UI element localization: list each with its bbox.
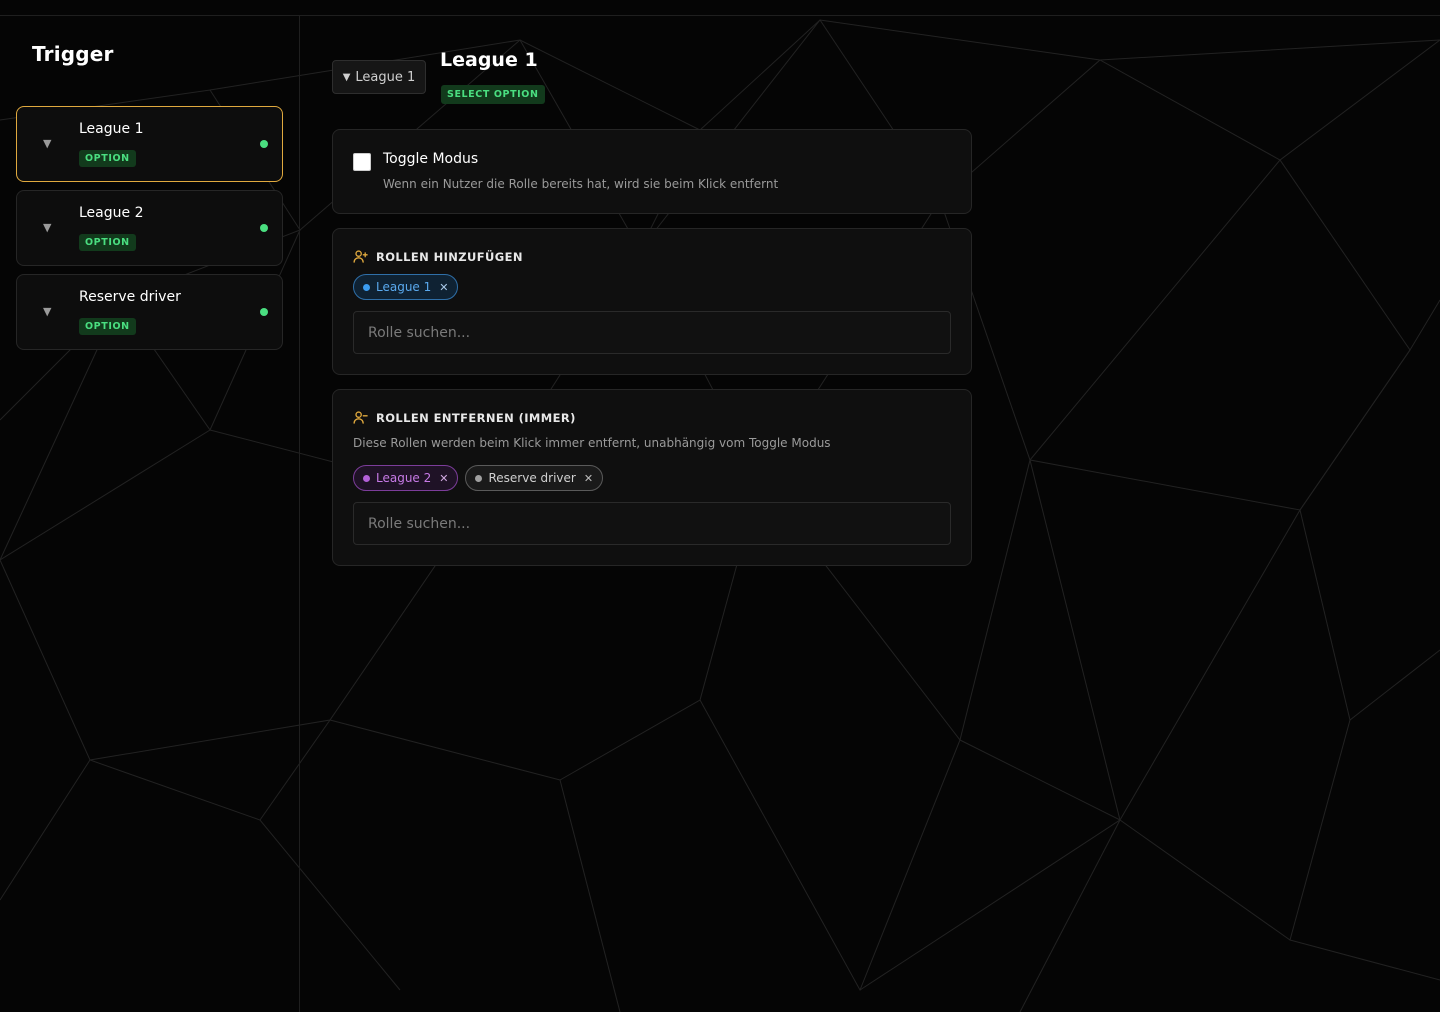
sidebar: Trigger ▼ League 1 OPTION ▼ League 2 OPT… <box>0 16 300 1012</box>
select-option-badge: SELECT OPTION <box>441 85 545 104</box>
page-title: League 1 <box>440 49 538 71</box>
add-roles-card: ROLLEN HINZUFÜGEN League 1 ✕ <box>332 228 972 375</box>
remove-roles-card: ROLLEN ENTFERNEN (IMMER) Diese Rollen we… <box>332 389 972 566</box>
trigger-item-label: League 2 <box>79 205 144 221</box>
toggle-mode-card: Toggle Modus Wenn ein Nutzer die Rolle b… <box>332 129 972 214</box>
remove-roles-heading-text: ROLLEN ENTFERNEN (IMMER) <box>376 410 576 425</box>
add-roles-chips: League 1 ✕ <box>353 274 459 300</box>
triangle-down-icon: ▼ <box>342 71 351 83</box>
toggle-mode-label[interactable]: Toggle Modus <box>383 151 478 167</box>
status-dot <box>260 140 268 148</box>
role-chip-league-2: League 2 ✕ <box>353 465 459 491</box>
main-panel: ▼ League 1 League 1 SELECT OPTION Toggle… <box>300 16 1440 1012</box>
trigger-item-league-1[interactable]: ▼ League 1 OPTION <box>16 106 283 182</box>
close-icon[interactable]: ✕ <box>439 281 448 294</box>
close-icon[interactable]: ✕ <box>584 472 593 485</box>
triangle-down-icon[interactable]: ▼ <box>43 222 51 234</box>
add-roles-search-input[interactable] <box>353 311 951 354</box>
close-icon[interactable]: ✕ <box>439 472 448 485</box>
add-roles-heading: ROLLEN HINZUFÜGEN <box>353 249 523 264</box>
sidebar-title: Trigger <box>32 42 114 66</box>
remove-roles-description: Diese Rollen werden beim Klick immer ent… <box>353 436 831 450</box>
role-chip-label: Reserve driver <box>488 471 576 485</box>
add-roles-heading-text: ROLLEN HINZUFÜGEN <box>376 249 523 264</box>
trigger-list: ▼ League 1 OPTION ▼ League 2 OPTION ▼ Re… <box>16 106 283 358</box>
role-color-dot <box>363 474 370 482</box>
role-color-dot <box>475 474 483 482</box>
user-minus-icon <box>353 411 368 424</box>
remove-roles-heading: ROLLEN ENTFERNEN (IMMER) <box>353 410 576 425</box>
trigger-item-label: League 1 <box>79 121 144 137</box>
role-chip-league-1: League 1 ✕ <box>353 274 459 300</box>
user-plus-icon <box>353 250 368 263</box>
role-chip-reserve-driver: Reserve driver ✕ <box>465 465 604 491</box>
toggle-mode-checkbox[interactable] <box>353 153 371 171</box>
status-dot <box>260 224 268 232</box>
trigger-item-reserve-driver[interactable]: ▼ Reserve driver OPTION <box>16 274 283 350</box>
role-color-dot <box>363 283 370 291</box>
triangle-down-icon[interactable]: ▼ <box>43 138 51 150</box>
option-badge: OPTION <box>79 150 136 167</box>
toggle-mode-description: Wenn ein Nutzer die Rolle bereits hat, w… <box>383 177 779 191</box>
triangle-down-icon[interactable]: ▼ <box>43 306 51 318</box>
parent-trigger-label: League 1 <box>355 69 416 85</box>
remove-roles-chips: League 2 ✕ Reserve driver ✕ <box>353 465 604 491</box>
option-badge: OPTION <box>79 234 136 251</box>
role-chip-label: League 2 <box>376 471 432 485</box>
parent-trigger-button[interactable]: ▼ League 1 <box>332 60 426 94</box>
role-chip-label: League 1 <box>376 280 432 294</box>
remove-roles-search-input[interactable] <box>353 502 951 545</box>
trigger-item-label: Reserve driver <box>79 289 181 305</box>
trigger-item-league-2[interactable]: ▼ League 2 OPTION <box>16 190 283 266</box>
status-dot <box>260 308 268 316</box>
option-badge: OPTION <box>79 318 136 335</box>
